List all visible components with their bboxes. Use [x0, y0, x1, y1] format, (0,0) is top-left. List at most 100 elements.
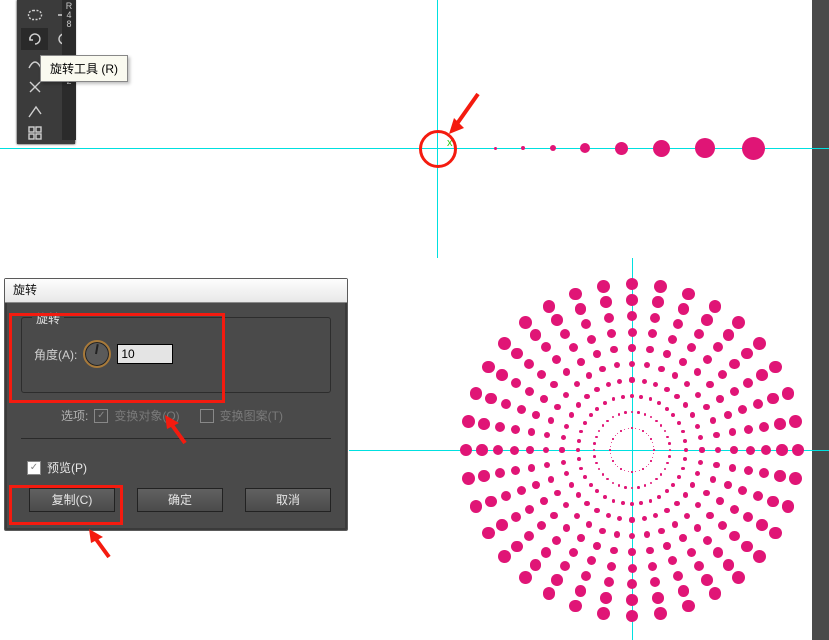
spiral-dot[interactable]	[583, 421, 587, 425]
spiral-dot[interactable]	[666, 462, 669, 465]
spiral-dot[interactable]	[612, 416, 615, 419]
spiral-dot[interactable]	[729, 428, 737, 436]
ok-button[interactable]: 确定	[137, 488, 223, 512]
spiral-dot[interactable]	[646, 547, 654, 555]
spiral-dot[interactable]	[574, 381, 580, 387]
spiral-dot[interactable]	[655, 420, 658, 423]
spiral-dot[interactable]	[603, 495, 607, 499]
spiral-dot[interactable]	[569, 288, 582, 301]
spiral-dot[interactable]	[699, 447, 704, 452]
spiral-dot[interactable]	[677, 475, 681, 479]
spiral-dot[interactable]	[589, 413, 593, 417]
spiral-dot[interactable]	[687, 343, 696, 352]
spiral-dot[interactable]	[554, 404, 560, 410]
spiral-dot[interactable]	[631, 427, 632, 428]
spiral-dot[interactable]	[648, 562, 657, 571]
spiral-dot[interactable]	[718, 370, 727, 379]
spiral-dot[interactable]	[657, 401, 661, 405]
spiral-dot[interactable]	[630, 502, 634, 506]
spiral-dot[interactable]	[595, 407, 599, 411]
rotate-tool-icon[interactable]	[21, 28, 48, 50]
spiral-dot[interactable]	[493, 445, 503, 455]
spiral-dot[interactable]	[612, 397, 616, 401]
spiral-dot[interactable]	[540, 497, 548, 505]
spiral-dot[interactable]	[701, 574, 713, 586]
spiral-dot[interactable]	[730, 505, 739, 514]
spiral-dot[interactable]	[653, 513, 658, 518]
spiral-dot[interactable]	[530, 329, 542, 341]
angle-dial[interactable]	[83, 340, 111, 368]
spiral-dot[interactable]	[646, 466, 647, 467]
spiral-dot[interactable]	[519, 571, 532, 584]
spiral-dot[interactable]	[621, 501, 625, 505]
spiral-dot[interactable]	[706, 381, 714, 389]
spiral-dot[interactable]	[690, 482, 695, 487]
spiral-dot[interactable]	[701, 314, 713, 326]
spiral-dot[interactable]	[598, 468, 601, 471]
dot[interactable]	[653, 140, 670, 157]
spiral-dot[interactable]	[618, 484, 621, 487]
spiral-dot[interactable]	[792, 444, 805, 457]
spiral-dot[interactable]	[710, 417, 716, 423]
spiral-dot[interactable]	[782, 500, 795, 513]
spiral-dot[interactable]	[649, 397, 653, 401]
spiral-dot[interactable]	[756, 369, 768, 381]
spiral-dot[interactable]	[583, 475, 587, 479]
spiral-dot[interactable]	[615, 464, 616, 465]
spiral-dot[interactable]	[650, 416, 653, 419]
spiral-dot[interactable]	[563, 368, 571, 376]
spiral-dot[interactable]	[584, 394, 589, 399]
spiral-dot[interactable]	[614, 531, 620, 537]
dot[interactable]	[742, 137, 765, 160]
spiral-dot[interactable]	[626, 594, 638, 606]
spiral-dot[interactable]	[679, 534, 687, 542]
spiral-dot[interactable]	[744, 425, 753, 434]
spiral-dot[interactable]	[694, 368, 702, 376]
spiral-dot[interactable]	[617, 379, 622, 384]
spiral-dot[interactable]	[652, 442, 653, 443]
spiral-dot[interactable]	[713, 342, 723, 352]
spiral-dot[interactable]	[604, 313, 614, 323]
spiral-dot[interactable]	[607, 562, 616, 571]
spiral-dot[interactable]	[653, 449, 654, 450]
spiral-dot[interactable]	[569, 412, 574, 417]
spiral-dot[interactable]	[595, 462, 598, 465]
spiral-dot[interactable]	[554, 490, 560, 496]
dot[interactable]	[550, 145, 556, 151]
spiral-dot[interactable]	[462, 415, 475, 428]
spiral-dot[interactable]	[551, 314, 563, 326]
spiral-dot[interactable]	[511, 541, 523, 553]
spiral-dot[interactable]	[460, 444, 473, 457]
spiral-dot[interactable]	[618, 413, 621, 416]
spiral-dot[interactable]	[759, 422, 769, 432]
spiral-dot[interactable]	[510, 446, 519, 455]
spiral-dot[interactable]	[668, 455, 671, 458]
spiral-dot[interactable]	[789, 415, 802, 428]
spiral-dot[interactable]	[644, 484, 647, 487]
spiral-dot[interactable]	[624, 429, 625, 430]
spiral-dot[interactable]	[664, 468, 667, 471]
spiral-dot[interactable]	[511, 378, 521, 388]
spiral-dot[interactable]	[663, 350, 671, 358]
spiral-dot[interactable]	[606, 382, 611, 387]
spiral-dot[interactable]	[501, 399, 511, 409]
spiral-dot[interactable]	[525, 387, 534, 396]
spiral-dot[interactable]	[642, 516, 647, 521]
spiral-dot[interactable]	[594, 387, 599, 392]
spiral-dot[interactable]	[709, 300, 722, 313]
spiral-dot[interactable]	[724, 411, 732, 419]
spiral-dot[interactable]	[769, 361, 782, 374]
spiral-dot[interactable]	[541, 547, 551, 557]
spiral-dot[interactable]	[586, 372, 592, 378]
dot[interactable]	[521, 146, 525, 150]
spiral-dot[interactable]	[587, 556, 596, 565]
spiral-dot[interactable]	[683, 439, 687, 443]
spiral-dot[interactable]	[684, 381, 690, 387]
spiral-dot[interactable]	[657, 495, 661, 499]
spiral-dot[interactable]	[595, 436, 598, 439]
spiral-dot[interactable]	[655, 478, 658, 481]
spiral-dot[interactable]	[759, 468, 769, 478]
spiral-dot[interactable]	[637, 486, 640, 489]
spiral-dot[interactable]	[552, 536, 561, 545]
spiral-dot[interactable]	[543, 447, 549, 453]
